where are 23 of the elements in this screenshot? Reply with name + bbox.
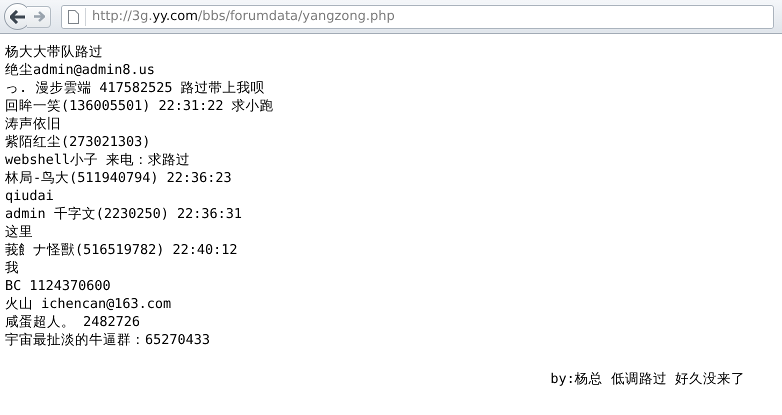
text-line: 林局-鸟大(511940794) 22:36:23	[5, 169, 233, 187]
back-arrow-icon	[10, 10, 26, 24]
page-icon	[68, 10, 79, 24]
text-line: BC 1124370600	[5, 277, 112, 295]
text-line: 这里	[5, 223, 34, 241]
url-text: http://3g.yy.com/bbs/forumdata/yangzong.php	[92, 9, 395, 24]
text-line: 紫陌红尘(273021303)	[5, 133, 152, 151]
text-line: 我	[5, 259, 20, 277]
text-line: webshell小子 来电：求路过	[5, 151, 192, 169]
text-line: 咸蛋超人。 2482726	[5, 313, 142, 331]
text-line: 宇宙最扯淡的牛逼群：65270433	[5, 331, 212, 349]
text-line: 涛声依旧	[5, 115, 62, 133]
address-field[interactable]: http://3g.yy.com/bbs/forumdata/yangzong.php	[61, 4, 774, 28]
text-line: 火山 ichencan@163.com	[5, 295, 172, 313]
text-line: 回眸一笑(136005501) 22:31:22 求小跑	[5, 97, 275, 115]
text-line: 杨大大带队路过	[5, 43, 104, 61]
text-line: っ. 漫步雲端 417582525 路过带上我呗	[5, 79, 266, 97]
text-line: qiudai	[5, 187, 55, 205]
text-line: 绝尘admin@admin8.us	[5, 61, 156, 79]
text-line: admin 千字文(2230250) 22:36:31	[5, 205, 244, 223]
forward-arrow-icon	[32, 11, 44, 22]
text-line: 莪飠ナ怪獸(516519782) 22:40:12	[5, 241, 239, 259]
footer-text: by:杨总 低调路过 好久没来了	[550, 370, 745, 388]
